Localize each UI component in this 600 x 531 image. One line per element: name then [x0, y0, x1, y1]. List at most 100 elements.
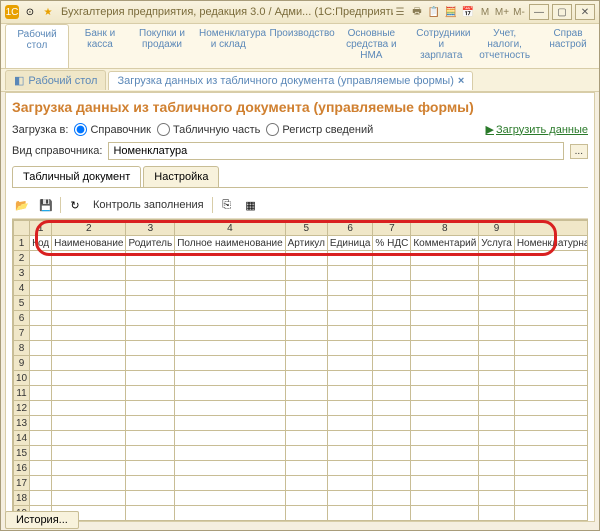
tool-icon[interactable]: ☰ [393, 5, 407, 19]
grid-cell[interactable] [479, 266, 515, 281]
grid-cell[interactable] [285, 521, 327, 522]
grid-cell[interactable] [479, 326, 515, 341]
mem-mminus[interactable]: M- [512, 5, 526, 19]
grid-cell[interactable] [514, 461, 588, 476]
grid-cell[interactable] [126, 371, 175, 386]
grid-cell[interactable] [52, 401, 126, 416]
grid-cell[interactable] [285, 341, 327, 356]
grid-cell[interactable] [514, 341, 588, 356]
grid-cell[interactable] [30, 476, 52, 491]
grid-cell[interactable] [479, 461, 515, 476]
grid-cell[interactable] [30, 296, 52, 311]
grid-cell[interactable] [373, 521, 411, 522]
grid-cell[interactable] [411, 356, 479, 371]
grid-cell[interactable] [479, 491, 515, 506]
grid-cell[interactable] [479, 296, 515, 311]
grid-cell[interactable] [411, 326, 479, 341]
grid-cell[interactable] [175, 461, 285, 476]
grid-cell[interactable] [514, 251, 588, 266]
grid-cell[interactable] [52, 416, 126, 431]
check-fill-button[interactable]: Контроль заполнения [89, 199, 208, 211]
grid-cell[interactable] [327, 386, 373, 401]
grid-cell[interactable] [411, 461, 479, 476]
column-header[interactable]: Комментарий [411, 236, 479, 251]
grid-cell[interactable] [285, 326, 327, 341]
grid-cell[interactable] [30, 401, 52, 416]
clipboard-icon[interactable]: 📋 [427, 5, 441, 19]
grid-cell[interactable] [514, 401, 588, 416]
grid-cell[interactable] [285, 506, 327, 521]
grid-cell[interactable] [514, 326, 588, 341]
grid-cell[interactable] [479, 341, 515, 356]
grid-cell[interactable] [514, 491, 588, 506]
calendar-icon[interactable]: 📅 [461, 5, 475, 19]
tab-accounting[interactable]: Учет, налоги,отчетность [472, 24, 537, 68]
grid-cell[interactable] [327, 461, 373, 476]
grid-cell[interactable] [285, 461, 327, 476]
close-button[interactable]: ✕ [575, 4, 595, 20]
grid-cell[interactable] [126, 266, 175, 281]
grid-cell[interactable] [327, 521, 373, 522]
column-header[interactable]: Наименование [52, 236, 126, 251]
grid-cell[interactable] [30, 356, 52, 371]
grid-cell[interactable] [514, 281, 588, 296]
grid-cell[interactable] [327, 446, 373, 461]
grid-cell[interactable] [126, 521, 175, 522]
grid-cell[interactable] [479, 401, 515, 416]
grid-cell[interactable] [126, 356, 175, 371]
grid-cell[interactable] [175, 251, 285, 266]
ref-kind-input[interactable] [108, 142, 563, 160]
save-icon[interactable]: 💾 [36, 195, 56, 215]
grid-cell[interactable] [327, 356, 373, 371]
grid-cell[interactable] [373, 401, 411, 416]
grid-cell[interactable] [479, 446, 515, 461]
grid-cell[interactable] [175, 476, 285, 491]
grid-cell[interactable] [175, 296, 285, 311]
grid-cell[interactable] [126, 401, 175, 416]
grid-cell[interactable] [285, 476, 327, 491]
grid-cell[interactable] [514, 311, 588, 326]
tab-nomenclature[interactable]: Номенклатураи склад [193, 24, 264, 68]
grid-cell[interactable] [327, 341, 373, 356]
grid-cell[interactable] [175, 356, 285, 371]
grid-cell[interactable] [479, 416, 515, 431]
add-column-icon[interactable]: ⎘ [217, 195, 237, 215]
grid-cell[interactable] [126, 296, 175, 311]
grid-cell[interactable] [327, 326, 373, 341]
grid-cell[interactable] [52, 491, 126, 506]
column-header[interactable]: Код [30, 236, 52, 251]
grid-cell[interactable] [411, 266, 479, 281]
grid-cell[interactable] [52, 296, 126, 311]
grid-cell[interactable] [126, 281, 175, 296]
grid-cell[interactable] [327, 491, 373, 506]
grid-cell[interactable] [479, 476, 515, 491]
grid-cell[interactable] [52, 326, 126, 341]
grid-cell[interactable] [285, 416, 327, 431]
grid-cell[interactable] [514, 371, 588, 386]
grid-cell[interactable] [175, 506, 285, 521]
grid-cell[interactable] [373, 476, 411, 491]
grid-cell[interactable] [373, 416, 411, 431]
grid-cell[interactable] [285, 371, 327, 386]
grid-cell[interactable] [327, 266, 373, 281]
grid-cell[interactable] [285, 251, 327, 266]
grid-cell[interactable] [479, 251, 515, 266]
tab-purchases[interactable]: Покупки ипродажи [131, 24, 193, 68]
grid-cell[interactable] [514, 266, 588, 281]
grid-cell[interactable] [411, 491, 479, 506]
grid-cell[interactable] [327, 476, 373, 491]
grid-cell[interactable] [373, 356, 411, 371]
grid-cell[interactable] [479, 281, 515, 296]
grid-cell[interactable] [52, 311, 126, 326]
grid-cell[interactable] [126, 506, 175, 521]
grid-cell[interactable] [373, 326, 411, 341]
grid-cell[interactable] [514, 476, 588, 491]
grid-cell[interactable] [373, 266, 411, 281]
grid-cell[interactable] [411, 371, 479, 386]
grid-cell[interactable] [126, 431, 175, 446]
grid-cell[interactable] [126, 476, 175, 491]
back-icon[interactable]: ⊙ [23, 5, 37, 19]
grid-cell[interactable] [30, 491, 52, 506]
grid-cell[interactable] [52, 386, 126, 401]
grid-cell[interactable] [30, 281, 52, 296]
